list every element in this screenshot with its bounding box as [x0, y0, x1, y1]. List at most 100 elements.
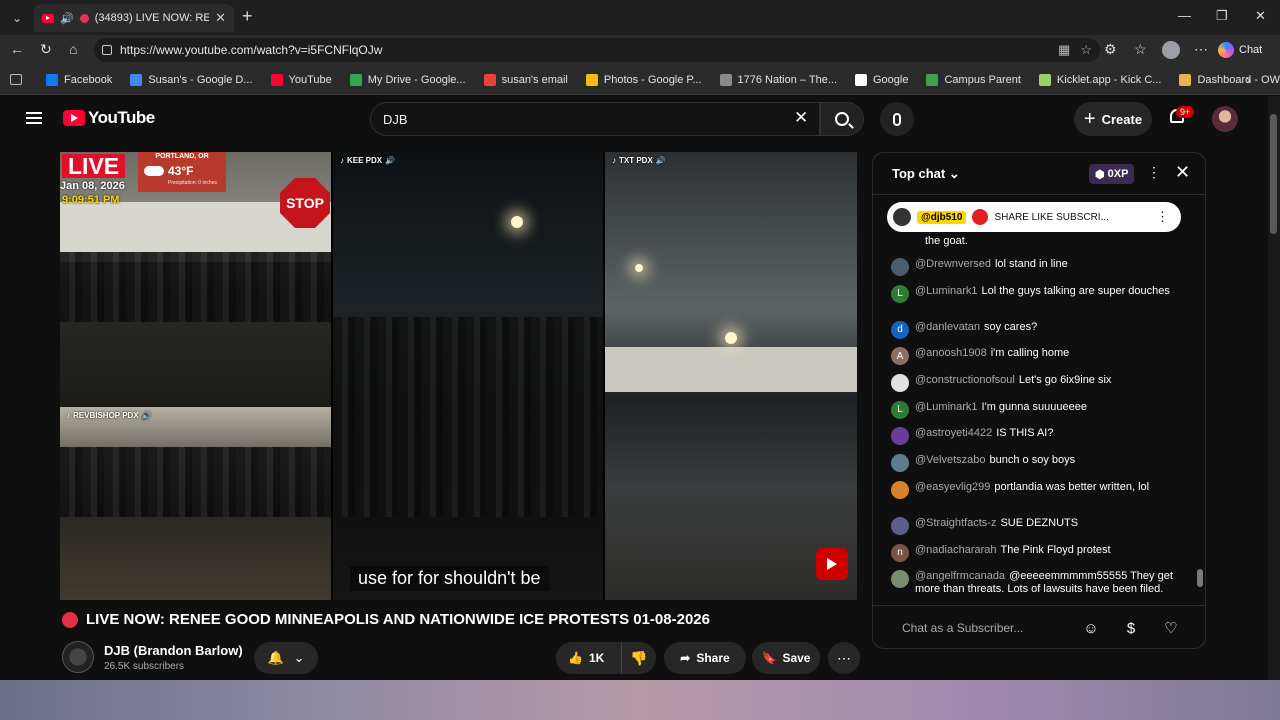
bookmark-item[interactable]: Facebook	[46, 73, 112, 86]
chat-message[interactable]: @angelfrmcanada @eeeeemmmmm55555 They get…	[891, 566, 1181, 608]
more-actions-button[interactable]: ⋯	[828, 642, 860, 674]
chat-author-avatar[interactable]	[891, 374, 909, 393]
site-info-icon[interactable]	[102, 45, 112, 55]
chat-input[interactable]: Chat as a Subscriber...	[902, 621, 1023, 635]
super-chat-icon[interactable]: $	[1121, 618, 1141, 638]
chat-author-avatar[interactable]	[891, 427, 909, 446]
chat-author[interactable]: @Drewnversed	[915, 258, 991, 270]
like-button[interactable]: 👍 1K	[556, 642, 622, 674]
chat-author[interactable]: @easyevlig299	[915, 481, 990, 493]
chat-author-avatar[interactable]	[891, 258, 909, 276]
close-chat-icon[interactable]: ✕	[1175, 162, 1190, 183]
apps-icon[interactable]: ▦	[1058, 42, 1070, 58]
chat-message[interactable]: n @nadiachararah The Pink Floyd protest	[891, 540, 1181, 567]
chat-author[interactable]: @Straightfacts-z	[915, 517, 996, 529]
chat-message[interactable]: @easyevlig299 portlandia was better writt…	[891, 477, 1181, 513]
chat-message[interactable]: @Straightfacts-z SUE DEZNUTS	[891, 513, 1181, 540]
url-text[interactable]: https://www.youtube.com/watch?v=i5FCNFlq…	[120, 43, 382, 57]
chat-author[interactable]: @astroyeti4422	[915, 427, 992, 439]
chat-author-avatar[interactable]: d	[891, 320, 909, 339]
chat-author-avatar[interactable]: L	[891, 284, 909, 303]
new-tab-button[interactable]: +	[242, 6, 253, 27]
video-player[interactable]: STOP LIVE PORTLAND, OR 43°F Precipitatio…	[60, 152, 857, 600]
chat-message[interactable]: L @Luminark1 Lol the guys talking are supe…	[891, 281, 1181, 317]
share-button[interactable]: ➦ Share	[664, 642, 746, 674]
chat-message[interactable]: @Drewnversed lol stand in line	[891, 254, 1181, 281]
search-button[interactable]	[820, 102, 864, 136]
youtube-logo[interactable]: YouTube	[63, 108, 155, 128]
chat-author-avatar[interactable]: A	[891, 347, 909, 366]
bookmark-item[interactable]: Dashboard - OWN...	[1179, 73, 1280, 86]
pinned-message[interactable]: @djb510 SHARE LIKE SUBSCRI... ⋮	[887, 202, 1181, 232]
reload-icon[interactable]: ↻	[40, 41, 52, 58]
chat-author-avatar[interactable]	[891, 516, 909, 535]
emoji-icon[interactable]: ☺	[1081, 618, 1101, 638]
create-button[interactable]: + Create	[1074, 102, 1152, 136]
chat-author[interactable]: @Velvetszabo	[915, 454, 986, 466]
dislike-button[interactable]: 👎	[622, 650, 656, 667]
menu-icon[interactable]	[26, 112, 42, 124]
account-avatar[interactable]	[1212, 106, 1238, 132]
bookmark-item[interactable]: Kicklet.app - Kick C...	[1038, 73, 1161, 86]
bookmark-item[interactable]: 1776 Nation – The...	[719, 73, 837, 86]
bookmark-item[interactable]: YouTube	[270, 73, 332, 86]
home-icon[interactable]: ⌂	[69, 41, 77, 57]
tab-search-chevron-icon[interactable]: ⌄	[6, 7, 28, 29]
chat-message[interactable]: d @danlevatan soy cares?	[891, 317, 1181, 344]
bookmark-item[interactable]: susan's email	[483, 73, 568, 86]
chat-author[interactable]: @angelfrmcanada	[915, 570, 1005, 582]
bookmark-item[interactable]: My Drive - Google...	[349, 73, 466, 86]
speaker-icon[interactable]: 🔊	[60, 12, 74, 25]
profile-icon[interactable]	[1162, 41, 1180, 59]
address-bar[interactable]: https://www.youtube.com/watch?v=i5FCNFlq…	[94, 38, 1100, 62]
chat-message[interactable]: @Velvetszabo bunch o soy boys	[891, 450, 1181, 477]
pinned-options-icon[interactable]: ⋮	[1156, 209, 1181, 225]
chat-author[interactable]: @nadiachararah	[915, 544, 997, 556]
clear-search-icon[interactable]: ✕	[794, 108, 808, 128]
subscribe-notification-button[interactable]: 🔔 ⌄	[254, 642, 318, 674]
chat-author-avatar[interactable]: L	[891, 400, 909, 419]
chat-author-avatar[interactable]: n	[891, 543, 909, 562]
copilot-chat-button[interactable]: Chat	[1218, 39, 1262, 61]
chat-author-avatar[interactable]	[891, 454, 909, 473]
browser-tab[interactable]: 🔊 (34893) LIVE NOW: RENE ✕	[34, 4, 234, 32]
save-button[interactable]: 🔖 Save	[752, 642, 820, 674]
chat-author[interactable]: @Luminark1	[915, 401, 978, 413]
chat-message[interactable]: L @Luminark1 I'm gunna suuuueeee	[891, 397, 1181, 424]
chat-options-icon[interactable]: ⋮	[1147, 164, 1161, 181]
extensions-icon[interactable]: ⚙	[1104, 41, 1117, 58]
search-input[interactable]: DJB	[370, 102, 820, 136]
bookmarks-overflow-icon[interactable]: ›	[1246, 72, 1250, 87]
voice-search-button[interactable]	[880, 102, 914, 136]
maximize-icon[interactable]: ❐	[1216, 8, 1228, 24]
chat-author[interactable]: @constructionofsoul	[915, 374, 1015, 386]
heart-icon[interactable]: ♡	[1161, 618, 1181, 638]
chat-scrollbar-thumb[interactable]	[1197, 569, 1203, 587]
chat-author[interactable]: @Luminark1	[915, 285, 978, 297]
channel-avatar[interactable]	[62, 641, 94, 673]
subscribe-watermark-icon[interactable]	[816, 548, 848, 580]
chat-message[interactable]: A @anoosh1908 i'm calling home	[891, 343, 1181, 370]
bookmark-item[interactable]: Photos - Google P...	[585, 73, 702, 86]
favorite-star-icon[interactable]: ☆	[1080, 42, 1092, 58]
xp-badge[interactable]: ⬢ 0XP	[1089, 164, 1135, 184]
chat-message[interactable]: @astroyeti4422 IS THIS AI?	[891, 423, 1181, 450]
channel-name[interactable]: DJB (Brandon Barlow)	[104, 643, 243, 658]
bookmarks-apps-icon[interactable]	[10, 74, 22, 85]
chat-author-avatar[interactable]	[891, 570, 909, 589]
page-scrollbar-thumb[interactable]	[1270, 114, 1277, 234]
bookmark-item[interactable]: Campus Parent	[926, 73, 1021, 86]
bookmark-item[interactable]: Susan's - Google D...	[130, 73, 253, 86]
minimize-icon[interactable]: —	[1178, 8, 1191, 23]
chat-mode-dropdown[interactable]: Top chat ⌄	[892, 166, 960, 182]
window-close-icon[interactable]: ✕	[1255, 8, 1266, 24]
chat-author-avatar[interactable]	[891, 480, 909, 499]
chat-author[interactable]: @anoosh1908	[915, 347, 987, 359]
more-menu-icon[interactable]: ⋯	[1194, 41, 1208, 58]
chat-message[interactable]: @constructionofsoul Let's go 6ix9ine six	[891, 370, 1181, 397]
back-icon[interactable]: ←	[10, 41, 24, 57]
chat-author[interactable]: @danlevatan	[915, 321, 980, 333]
close-tab-icon[interactable]: ✕	[215, 10, 226, 26]
bookmark-item[interactable]: Google	[855, 73, 908, 86]
favorites-icon[interactable]: ☆	[1134, 41, 1147, 58]
